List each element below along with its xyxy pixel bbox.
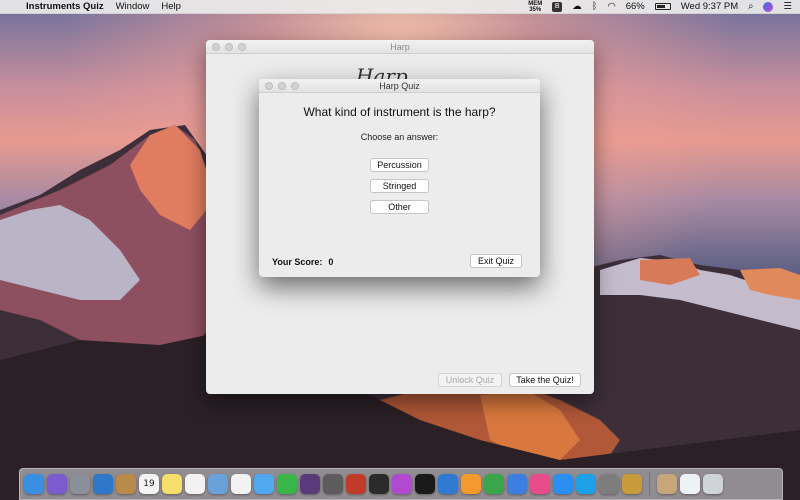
menu-extra-b-icon[interactable]: B [552,1,563,12]
quiz-window-titlebar[interactable]: Harp Quiz [259,79,540,93]
dock: 19 [19,468,783,500]
documents-folder-icon[interactable] [657,474,677,494]
answer-stringed-button[interactable]: Stringed [370,179,429,193]
photo-booth-icon[interactable] [346,474,366,494]
disk-utility-icon[interactable] [323,474,343,494]
dock-separator [649,472,650,496]
notefile-icon[interactable] [116,474,136,494]
cloud-icon[interactable]: ☁ [572,1,582,12]
bluetooth-icon[interactable]: ᛒ [592,1,598,12]
unlock-quiz-button[interactable]: Unlock Quiz [438,373,502,387]
final-cut-icon[interactable] [369,474,389,494]
quiz-minimize-button[interactable] [278,82,286,90]
memory-monitor[interactable]: MEM 35% [528,1,542,13]
app-name-menu[interactable]: Instruments Quiz [26,1,104,12]
facetime-icon[interactable] [277,474,297,494]
photos-icon[interactable] [231,474,251,494]
preview-icon[interactable] [93,474,113,494]
trash-icon[interactable] [703,474,723,494]
quiz-question: What kind of instrument is the harp? [303,105,496,119]
score-value: 0 [328,257,334,267]
clock[interactable]: Wed 9:37 PM [681,1,738,12]
menu-bar: Instruments Quiz Window Help MEM 35% B ☁… [0,0,800,14]
terminal-icon[interactable] [415,474,435,494]
help-menu[interactable]: Help [161,1,181,12]
answer-other-button[interactable]: Other [370,200,429,214]
instruments-quiz-icon[interactable] [622,474,642,494]
itunes-icon[interactable] [530,474,550,494]
motion-icon[interactable] [392,474,412,494]
skype-icon[interactable] [576,474,596,494]
preview-app-icon[interactable] [208,474,228,494]
close-button[interactable] [212,43,220,51]
xcode-icon[interactable] [438,474,458,494]
harp-window-titlebar[interactable]: Harp [206,40,594,54]
battery-fill [656,5,665,8]
system-preferences-icon[interactable] [599,474,619,494]
quiz-close-button[interactable] [265,82,273,90]
battery-icon[interactable] [654,3,671,10]
keynote-icon[interactable] [507,474,527,494]
siri-menu-icon[interactable] [763,1,774,12]
siri-icon[interactable] [47,474,67,494]
calendar-icon[interactable]: 19 [139,474,159,494]
wifi-icon[interactable]: ◠ [607,1,615,12]
harp-window-title: Harp [390,42,410,52]
downloads-icon[interactable] [680,474,700,494]
exit-quiz-button[interactable]: Exit Quiz [470,254,522,268]
score-label: Your Score: [272,257,323,267]
battery-percent[interactable]: 66% [626,1,645,12]
memory-value: 35% [529,6,542,13]
zoom-button[interactable] [238,43,246,51]
notes-icon[interactable] [162,474,182,494]
answer-prompt: Choose an answer: [360,132,439,142]
quiz-window-title: Harp Quiz [379,81,420,91]
launchpad-icon[interactable] [70,474,90,494]
minimize-button[interactable] [225,43,233,51]
app-store-icon[interactable] [553,474,573,494]
reminders-icon[interactable] [185,474,205,494]
notification-center-icon[interactable]: ☰ [783,1,792,12]
spotlight-search-icon[interactable]: ⌕ [748,1,753,12]
quiz-zoom-button[interactable] [291,82,299,90]
score-display: Your Score: 0 [272,257,333,267]
pages-icon[interactable] [461,474,481,494]
answer-percussion-button[interactable]: Percussion [370,158,429,172]
window-menu[interactable]: Window [116,1,150,12]
messages-icon[interactable] [254,474,274,494]
take-quiz-button[interactable]: Take the Quiz! [509,373,581,387]
music-creator-icon[interactable] [300,474,320,494]
numbers-icon[interactable] [484,474,504,494]
harp-quiz-window: Harp Quiz What kind of instrument is the… [259,79,540,277]
memory-label: MEM [528,0,543,7]
finder-icon[interactable] [24,474,44,494]
